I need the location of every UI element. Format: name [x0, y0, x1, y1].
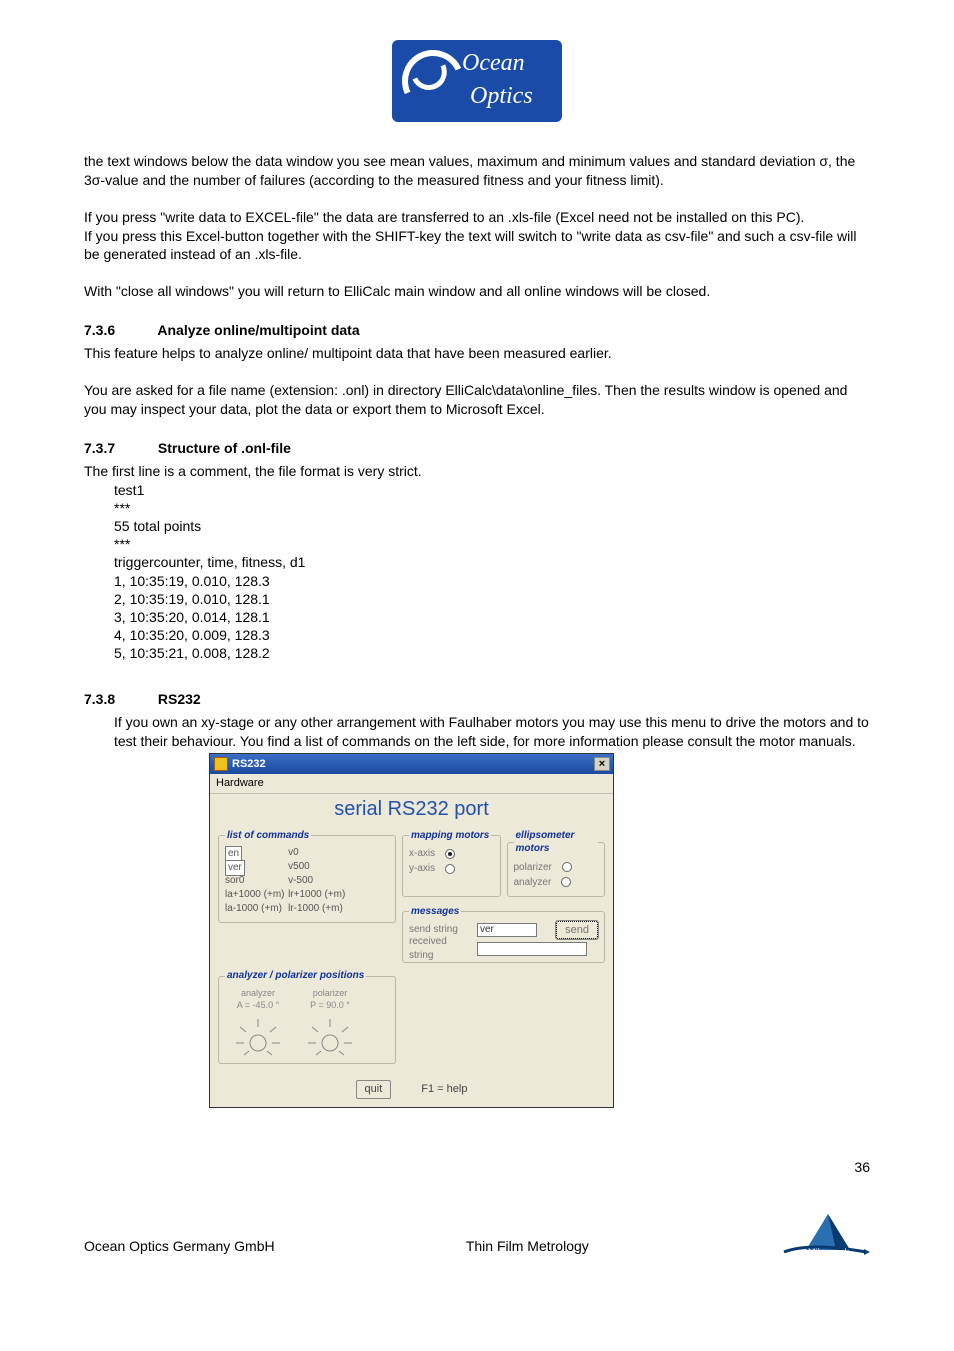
close-icon[interactable]: × [594, 757, 610, 771]
ellip-panel: ellipsometer motors polarizer analyzer [507, 829, 606, 897]
window-title: RS232 [232, 757, 266, 772]
onl-file-block: test1 *** 55 total points *** triggercou… [114, 481, 870, 663]
commands-legend: list of commands [225, 829, 311, 843]
rs232-window: RS232 × Hardware serial RS232 port list … [209, 753, 614, 1108]
ellip-legend: ellipsometer motors [514, 829, 599, 856]
heading-738-title: RS232 [158, 691, 201, 707]
heading-737-num: 7.3.7 [84, 439, 154, 458]
body-para-3: With "close all windows" you will return… [84, 282, 870, 301]
cmd-v-500[interactable]: v-500 [288, 874, 358, 888]
footer-center: Thin Film Metrology [466, 1237, 589, 1256]
polarizer-gauge: polarizer P = 90.0 ° [297, 987, 363, 1057]
messages-panel: messages send string send received strin… [402, 905, 605, 964]
mapping-x-radio[interactable] [445, 849, 455, 859]
onl-line: 1, 10:35:19, 0.010, 128.3 [114, 572, 870, 590]
body-para-2a: If you press "write data to EXCEL-file" … [84, 208, 870, 227]
logo-text-1: Ocean [462, 50, 525, 76]
analyzer-label: analyzer [225, 987, 291, 999]
titlebar[interactable]: RS232 × [210, 754, 613, 774]
window-heading: serial RS232 port [210, 794, 613, 829]
analyzer-value: A = -45.0 ° [225, 999, 291, 1011]
ocean-optics-logo: Ocean Optics [392, 40, 562, 122]
heading-736: 7.3.6 Analyze online/multipoint data [84, 321, 870, 340]
onl-line: 3, 10:35:20, 0.014, 128.1 [114, 608, 870, 626]
commands-panel: list of commands en ver sor0 la+1000 (+m… [218, 829, 396, 924]
send-input[interactable] [477, 923, 537, 937]
mapping-y-radio[interactable] [445, 864, 455, 874]
onl-line: 2, 10:35:19, 0.010, 128.1 [114, 590, 870, 608]
body-para-2b: If you press this Excel-button together … [84, 227, 870, 265]
header-logo: Ocean Optics [84, 40, 870, 127]
polarizer-dial-icon [302, 1013, 358, 1057]
body-para-1: the text windows below the data window y… [84, 152, 870, 190]
quit-button[interactable]: quit [356, 1080, 392, 1099]
heading-736-title: Analyze online/multipoint data [157, 322, 359, 338]
sec736-p2: You are asked for a file name (extension… [84, 381, 870, 419]
mapping-panel: mapping motors x-axis y-axis [402, 829, 501, 897]
help-hint: F1 = help [421, 1082, 467, 1097]
cmd-lr-minus[interactable]: lr-1000 (+m) [288, 902, 358, 916]
ellip-ana-label: analyzer [514, 876, 552, 890]
analyzer-dial-icon [230, 1013, 286, 1057]
polarizer-value: P = 90.0 ° [297, 999, 363, 1011]
heading-736-num: 7.3.6 [84, 321, 154, 340]
menu-hardware[interactable]: Hardware [210, 774, 613, 794]
app-icon [214, 757, 228, 771]
footer-left: Ocean Optics Germany GmbH [84, 1237, 275, 1256]
send-button[interactable]: send [556, 921, 598, 940]
ap-panel: analyzer / polarizer positions analyzer … [218, 969, 396, 1064]
mikropack-text: Mikropack [808, 1247, 850, 1257]
cmd-la-minus[interactable]: la-1000 (+m) [225, 902, 285, 916]
sec736-p1: This feature helps to analyze online/ mu… [84, 344, 870, 363]
cmd-sor0[interactable]: sor0 [225, 874, 285, 888]
cmd-v500[interactable]: v500 [288, 860, 358, 874]
heading-737-title: Structure of .onl-file [158, 440, 291, 456]
heading-738: 7.3.8 RS232 [84, 690, 870, 709]
ellip-pol-radio[interactable] [562, 862, 572, 872]
sec737-intro: The first line is a comment, the file fo… [84, 462, 870, 481]
page-footer: Ocean Optics Germany GmbH Thin Film Metr… [84, 1237, 870, 1256]
cmd-la-plus[interactable]: la+1000 (+m) [225, 888, 285, 902]
onl-line: *** [114, 535, 870, 553]
polarizer-label: polarizer [297, 987, 363, 999]
ellip-pol-label: polarizer [514, 861, 552, 875]
onl-line: 55 total points [114, 517, 870, 535]
messages-legend: messages [409, 905, 461, 919]
onl-line: 5, 10:35:21, 0.008, 128.2 [114, 644, 870, 662]
heading-738-num: 7.3.8 [84, 690, 154, 709]
ellip-ana-radio[interactable] [561, 877, 571, 887]
mapping-y-label: y-axis [409, 862, 435, 876]
cmd-lr-plus[interactable]: lr+1000 (+m) [288, 888, 358, 902]
mapping-x-label: x-axis [409, 847, 435, 861]
onl-line: triggercounter, time, fitness, d1 [114, 553, 870, 571]
mikropack-logo: Mikropack [780, 1212, 870, 1262]
cmd-v0[interactable]: v0 [288, 846, 358, 860]
onl-line: 4, 10:35:20, 0.009, 128.3 [114, 626, 870, 644]
sec738-p1: If you own an xy-stage or any other arra… [114, 713, 870, 751]
onl-line: *** [114, 499, 870, 517]
ap-legend: analyzer / polarizer positions [225, 969, 366, 983]
heading-737: 7.3.7 Structure of .onl-file [84, 439, 870, 458]
logo-text-2: Optics [470, 80, 533, 112]
analyzer-gauge: analyzer A = -45.0 ° [225, 987, 291, 1057]
onl-line: test1 [114, 481, 870, 499]
recv-label: received string [409, 935, 471, 962]
mapping-legend: mapping motors [409, 829, 491, 843]
page-number: 36 [854, 1159, 870, 1175]
recv-input[interactable] [477, 942, 587, 956]
